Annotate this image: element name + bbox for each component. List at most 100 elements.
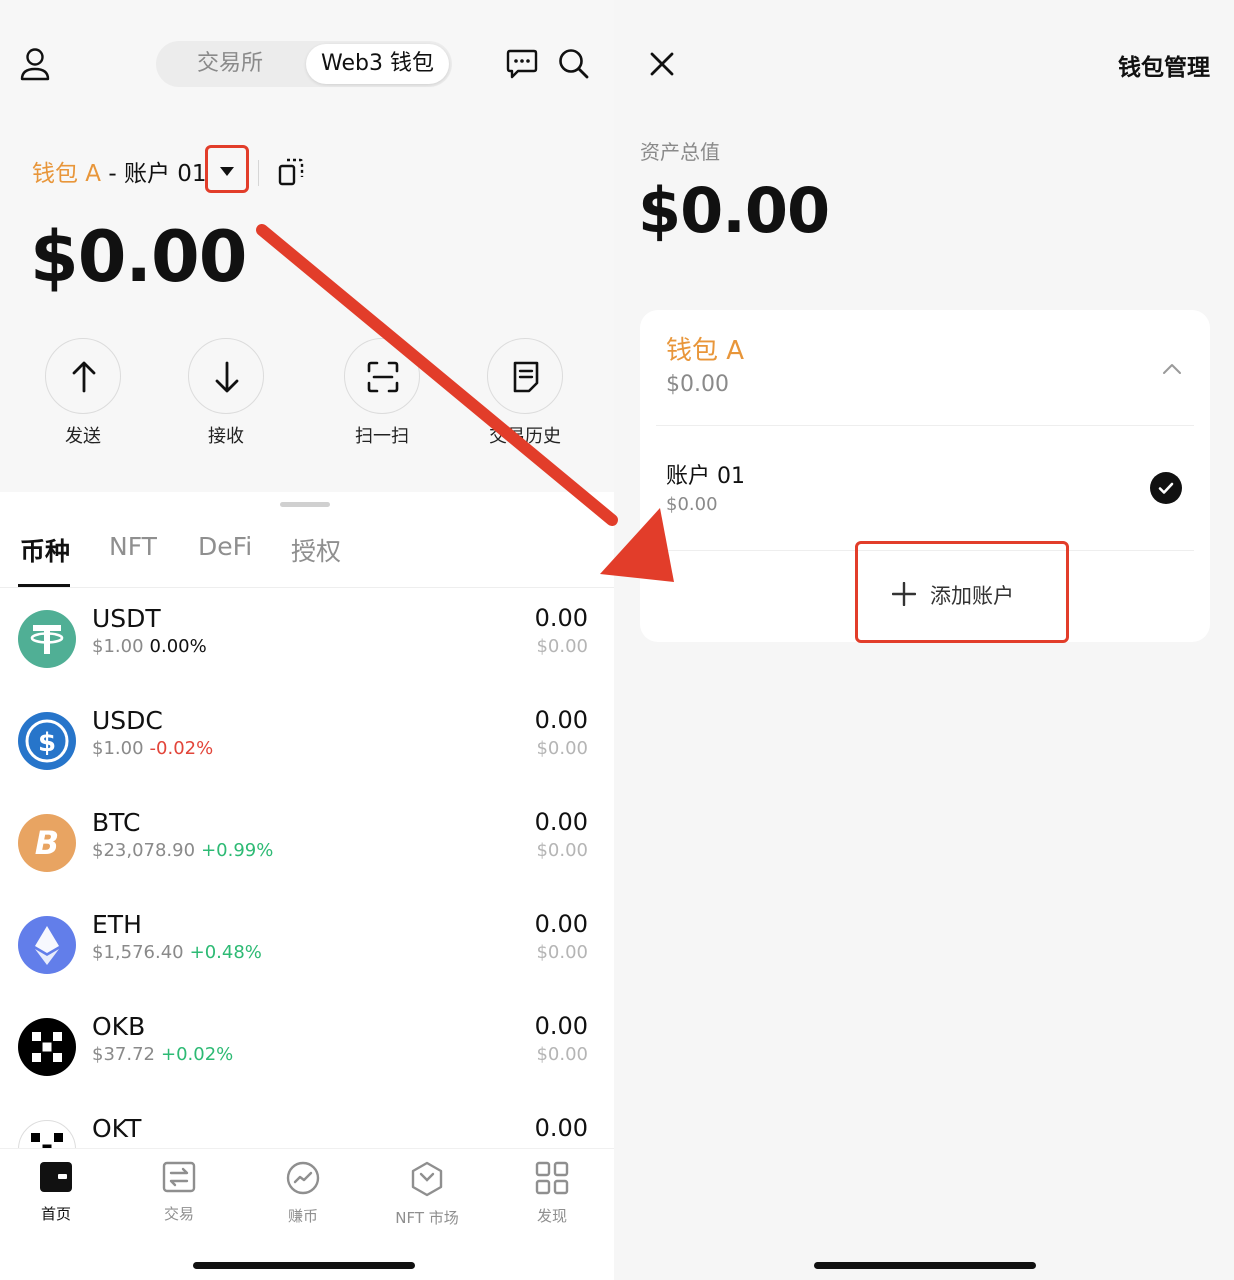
caret-down-icon xyxy=(220,167,234,176)
trade-icon xyxy=(162,1161,196,1193)
token-row-usdt[interactable]: USDT $1.00 0.00% 0.00 $0.00 xyxy=(0,604,614,710)
usdt-icon xyxy=(18,610,76,668)
token-amount: 0.00 xyxy=(534,1114,588,1142)
scan-icon xyxy=(367,361,399,393)
account-name[interactable]: 账户 01 xyxy=(666,458,745,490)
arrow-down-icon xyxy=(215,361,239,393)
tab-exchange[interactable]: 交易所 xyxy=(156,41,304,87)
receive-button[interactable]: 接收 xyxy=(187,338,265,448)
token-row-okb[interactable]: OKB $37.72 +0.02% 0.00 $0.00 xyxy=(0,1012,614,1118)
token-value: $0.00 xyxy=(536,738,588,759)
token-amount: 0.00 xyxy=(534,706,588,734)
history-button[interactable]: 交易历史 xyxy=(486,338,564,448)
search-icon[interactable] xyxy=(558,48,590,84)
total-assets-value: $0.00 xyxy=(638,174,830,247)
profile-icon[interactable] xyxy=(20,47,50,85)
token-symbol: USDT xyxy=(92,604,161,633)
nav-nft-market[interactable]: NFT 市场 xyxy=(377,1161,477,1228)
token-row-btc[interactable]: B BTC $23,078.90 +0.99% 0.00 $0.00 xyxy=(0,808,614,914)
send-button[interactable]: 发送 xyxy=(44,338,122,448)
history-icon xyxy=(513,361,539,393)
token-price: $1.00 xyxy=(92,738,144,759)
wallet-account-selector[interactable]: 钱包 A - 账户 01 xyxy=(32,156,207,192)
nft-market-icon xyxy=(411,1161,443,1197)
tab-tokens[interactable]: 币种 xyxy=(20,532,70,568)
token-symbol: OKB xyxy=(92,1012,146,1041)
nav-discover-label: 发现 xyxy=(536,1207,567,1225)
token-value: $0.00 xyxy=(536,942,588,963)
wallet-name[interactable]: 钱包 A xyxy=(666,330,744,367)
chevron-up-icon[interactable] xyxy=(1162,360,1182,379)
arrow-up-icon xyxy=(72,361,96,393)
receive-label: 接收 xyxy=(208,426,244,447)
okb-icon xyxy=(18,1018,76,1076)
token-change: 0.00% xyxy=(149,636,207,657)
tab-nft[interactable]: NFT xyxy=(109,532,157,561)
token-symbol: USDC xyxy=(92,706,163,735)
drag-handle[interactable] xyxy=(280,502,330,507)
token-price-line: $37.72 +0.02% xyxy=(92,1044,233,1065)
nav-nft-market-label: NFT 市场 xyxy=(395,1209,459,1227)
token-amount: 0.00 xyxy=(534,1012,588,1040)
svg-text:B: B xyxy=(35,824,59,862)
earn-icon xyxy=(286,1161,320,1195)
token-row-eth[interactable]: ETH $1,576.40 +0.48% 0.00 $0.00 xyxy=(0,910,614,1016)
token-value: $0.00 xyxy=(536,840,588,861)
scan-button[interactable]: 扫一扫 xyxy=(343,338,421,448)
tab-authorization[interactable]: 授权 xyxy=(291,532,341,568)
nav-discover[interactable]: 发现 xyxy=(502,1161,602,1226)
token-amount: 0.00 xyxy=(534,910,588,938)
token-change: +0.99% xyxy=(201,840,274,861)
nav-earn-label: 赚币 xyxy=(287,1207,318,1225)
nav-home-label: 首页 xyxy=(40,1205,71,1223)
plus-icon xyxy=(891,581,917,610)
active-tab-indicator xyxy=(18,584,70,587)
divider xyxy=(258,160,259,186)
token-symbol: BTC xyxy=(92,808,141,837)
add-account-button[interactable]: 添加账户 xyxy=(855,541,1069,643)
wallet-management-screen: 钱包管理 资产总值 $0.00 钱包 A $0.00 账户 01 $0.00 添… xyxy=(614,0,1234,1280)
tab-defi[interactable]: DeFi xyxy=(198,532,252,561)
token-symbol: OKT xyxy=(92,1114,142,1143)
token-price-line: $1.00 -0.02% xyxy=(92,738,213,759)
token-value: $0.00 xyxy=(536,1044,588,1065)
wallet-home-screen: 交易所 Web3 钱包 钱包 A - 账户 01 $0.00 发送 接收 扫一扫… xyxy=(0,0,614,1280)
home-indicator xyxy=(193,1262,415,1269)
token-change: +0.48% xyxy=(189,942,262,963)
token-price: $1.00 xyxy=(92,636,144,657)
scan-label: 扫一扫 xyxy=(355,426,409,447)
message-icon[interactable] xyxy=(506,49,538,83)
wallet-balance: $0.00 xyxy=(666,372,729,397)
token-value: $0.00 xyxy=(536,636,588,657)
bottom-navigation: 首页 交易 赚币 NFT 市场 发现 xyxy=(0,1148,614,1280)
token-price: $37.72 xyxy=(92,1044,155,1065)
token-change: +0.02% xyxy=(160,1044,234,1065)
usdc-icon: $ xyxy=(18,712,76,770)
token-change: -0.02% xyxy=(149,738,214,759)
account-name: 账户 01 xyxy=(123,161,207,187)
nav-earn[interactable]: 赚币 xyxy=(253,1161,353,1226)
home-indicator xyxy=(814,1262,1036,1269)
account-dropdown-button[interactable] xyxy=(205,145,249,193)
token-amount: 0.00 xyxy=(534,808,588,836)
tab-web3-wallet[interactable]: Web3 钱包 xyxy=(306,44,449,84)
history-label: 交易历史 xyxy=(489,426,561,447)
close-icon[interactable] xyxy=(650,52,674,80)
check-icon xyxy=(1150,472,1182,504)
copy-icon[interactable] xyxy=(278,157,304,191)
eth-icon xyxy=(18,916,76,974)
wallet-card: 钱包 A $0.00 账户 01 $0.00 添加账户 xyxy=(640,310,1210,643)
btc-icon: B xyxy=(18,814,76,872)
nav-home[interactable]: 首页 xyxy=(6,1161,106,1224)
wallet-name: 钱包 A xyxy=(32,161,102,187)
mode-switch: 交易所 Web3 钱包 xyxy=(156,41,452,87)
token-price-line: $23,078.90 +0.99% xyxy=(92,840,273,861)
discover-icon xyxy=(535,1161,569,1195)
token-row-usdc[interactable]: $ USDC $1.00 -0.02% 0.00 $0.00 xyxy=(0,706,614,812)
token-price: $23,078.90 xyxy=(92,840,196,861)
send-label: 发送 xyxy=(65,426,101,447)
token-price-line: $1,576.40 +0.48% xyxy=(92,942,262,963)
total-assets-label: 资产总值 xyxy=(640,140,720,164)
token-price-line: $1.00 0.00% xyxy=(92,636,207,657)
nav-trade[interactable]: 交易 xyxy=(129,1161,229,1224)
